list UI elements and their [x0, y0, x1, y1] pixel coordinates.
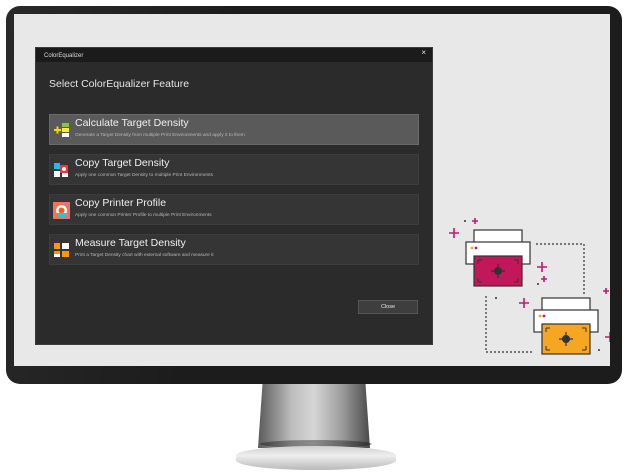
close-button[interactable]: Close [358, 300, 418, 314]
window-title: ColorEqualizer [44, 53, 84, 59]
feature-title: Measure Target Density [75, 237, 186, 249]
printer-orange-icon [533, 297, 599, 355]
calculate-density-icon [54, 123, 69, 137]
copy-density-icon [54, 163, 68, 177]
printer-magenta-icon [465, 229, 531, 287]
monitor-stand-base [236, 446, 396, 470]
feature-title: Copy Target Density [75, 157, 170, 169]
feature-measure-target-density[interactable]: Measure Target Density Print a Target De… [49, 234, 419, 265]
coloreq-dialog: ColorEqualizer × Select ColorEqualizer F… [36, 48, 432, 344]
feature-description: Apply one common Printer Profile to mult… [75, 213, 212, 218]
copy-profile-icon [53, 202, 70, 219]
feature-description: Print a Target Density chart with extern… [75, 253, 214, 258]
feature-copy-target-density[interactable]: Copy Target Density Apply one common Tar… [49, 154, 419, 185]
printers-illustration [449, 218, 610, 355]
feature-description: Generate a Target Density from multiple … [75, 133, 245, 138]
feature-description: Apply one common Target Density to multi… [75, 173, 214, 178]
monitor-screen: ColorEqualizer × Select ColorEqualizer F… [14, 14, 610, 366]
dialog-heading: Select ColorEqualizer Feature [49, 78, 190, 90]
feature-calculate-target-density[interactable]: Calculate Target Density Generate a Targ… [49, 114, 419, 145]
title-bar: ColorEqualizer × [36, 48, 432, 62]
feature-title: Copy Printer Profile [75, 197, 167, 209]
measure-density-icon [54, 243, 69, 257]
feature-title: Calculate Target Density [75, 117, 189, 129]
close-icon[interactable]: × [421, 46, 426, 60]
feature-copy-printer-profile[interactable]: Copy Printer Profile Apply one common Pr… [49, 194, 419, 225]
monitor-stand-neck [258, 384, 370, 448]
